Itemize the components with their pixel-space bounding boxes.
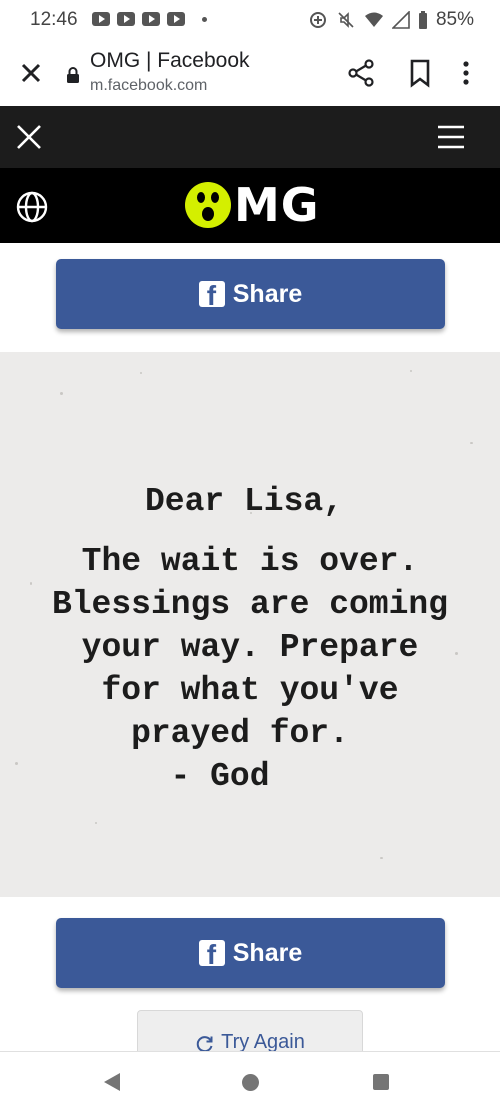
facebook-share-button[interactable]: Share xyxy=(56,259,445,329)
omg-logo[interactable]: MG xyxy=(185,178,320,232)
letter-signature: - God xyxy=(170,758,270,795)
letter-line: your way. Prepare xyxy=(81,629,419,666)
share-button-label: Share xyxy=(232,279,303,308)
youtube-notification-icon xyxy=(117,12,135,26)
status-bar: 12:46 85% xyxy=(0,0,500,40)
globe-icon[interactable] xyxy=(15,190,49,224)
back-icon[interactable] xyxy=(104,1073,120,1091)
system-navigation-bar xyxy=(0,1051,500,1112)
home-icon[interactable] xyxy=(242,1074,259,1091)
letter-line: Blessings are coming xyxy=(51,586,449,623)
letter-greeting: Dear Lisa, xyxy=(144,483,344,520)
page-title: OMG | Facebook xyxy=(90,49,250,72)
youtube-notification-icon xyxy=(142,12,160,26)
youtube-notification-icon xyxy=(92,12,110,26)
letter-line: for what you've xyxy=(101,672,399,709)
lock-icon xyxy=(67,67,79,83)
wifi-icon xyxy=(364,12,383,27)
page-url[interactable]: m.facebook.com xyxy=(90,77,207,95)
bookmark-icon[interactable] xyxy=(407,58,433,88)
share-button-label: Share xyxy=(232,938,303,967)
share-icon[interactable] xyxy=(346,58,376,88)
more-menu-icon[interactable] xyxy=(460,58,472,88)
battery-icon xyxy=(418,11,427,29)
facebook-icon xyxy=(198,940,225,966)
close-icon[interactable] xyxy=(16,58,46,88)
status-time: 12:46 xyxy=(30,9,78,30)
battery-percent: 85% xyxy=(435,9,474,30)
facebook-share-button[interactable]: Share xyxy=(56,918,445,988)
letter-image: Dear Lisa, The wait is over. Blessings a… xyxy=(0,352,500,897)
data-saver-icon xyxy=(309,12,326,28)
youtube-notification-icon xyxy=(167,12,185,26)
mute-icon xyxy=(338,12,354,28)
recents-icon[interactable] xyxy=(373,1074,389,1090)
logo-bar: MG xyxy=(0,168,500,243)
notification-icons xyxy=(92,12,185,26)
logo-text: MG xyxy=(234,178,320,232)
letter-line: The wait is over. xyxy=(81,543,419,580)
surprised-face-icon xyxy=(185,182,231,228)
browser-toolbar: OMG | Facebook m.facebook.com xyxy=(0,40,500,106)
letter-line: prayed for. xyxy=(131,715,349,752)
site-header xyxy=(0,106,500,169)
more-notifications-dot xyxy=(202,17,207,22)
status-indicators: 85% xyxy=(308,9,474,31)
hamburger-menu-icon[interactable] xyxy=(436,122,466,152)
signal-icon xyxy=(391,11,410,29)
facebook-icon xyxy=(198,281,225,307)
close-icon[interactable] xyxy=(14,122,44,152)
